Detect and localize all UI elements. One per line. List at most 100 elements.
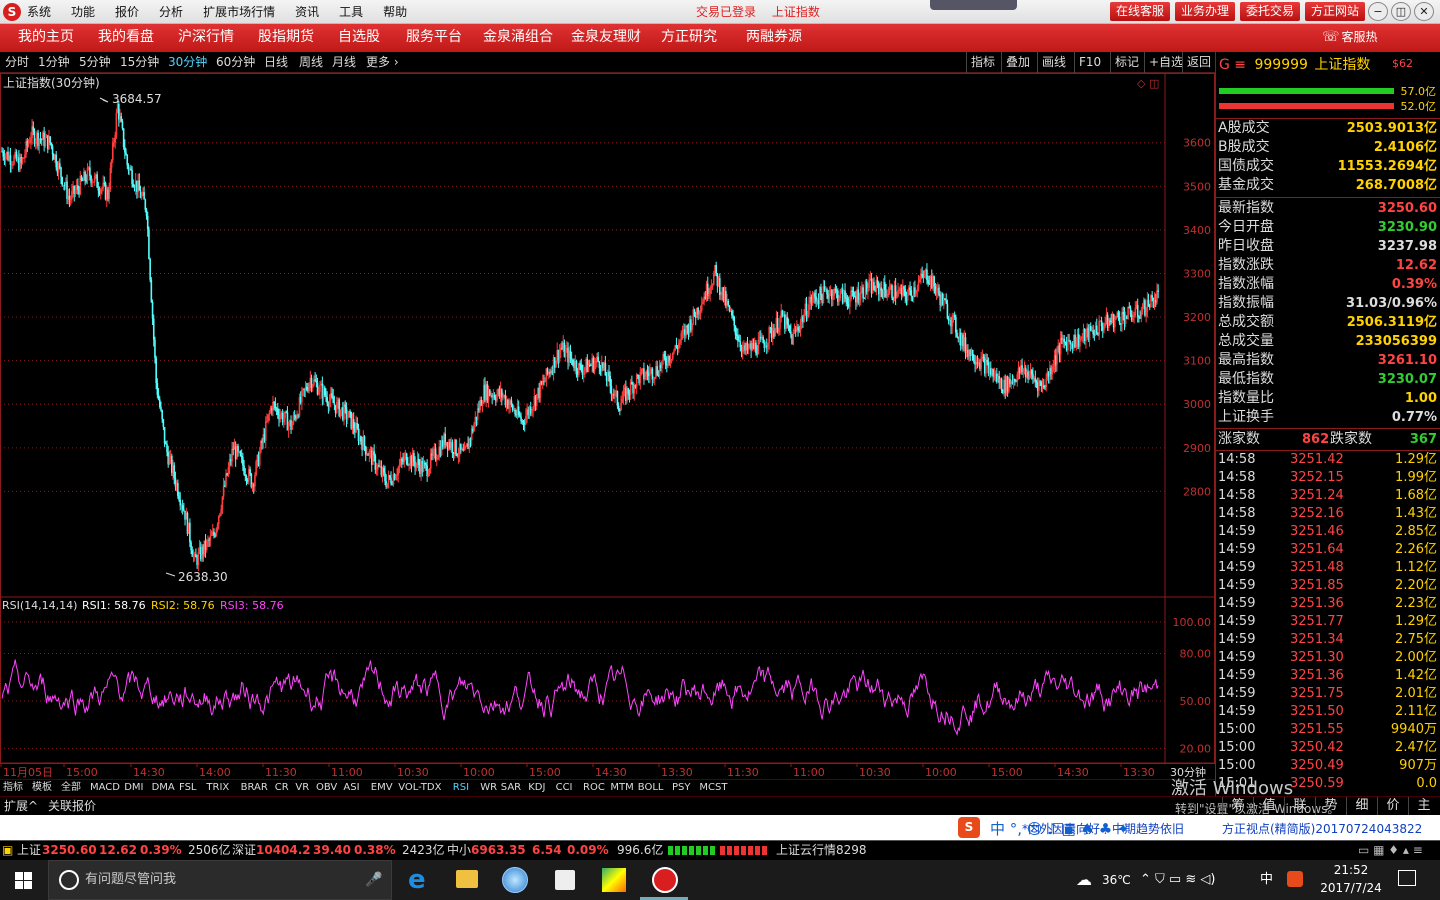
indicator-tab[interactable]: VOL-TDX	[398, 780, 441, 796]
nav-finance[interactable]: 金泉友理财	[571, 24, 641, 51]
sogou-tray-icon[interactable]	[1287, 871, 1303, 887]
website-button[interactable]: 方正网站	[1305, 2, 1366, 21]
indicator-tab[interactable]: 指标	[3, 780, 23, 796]
side-tab[interactable]: 势	[1315, 797, 1346, 815]
tool-mark[interactable]: 标记	[1110, 52, 1139, 73]
side-tab[interactable]: 值	[1253, 797, 1284, 815]
side-tab[interactable]: 筹	[1222, 797, 1253, 815]
indicator-tab[interactable]: BRAR	[241, 780, 268, 796]
ie-icon[interactable]	[502, 867, 528, 893]
nav-margin[interactable]: 两融券源	[746, 24, 802, 51]
online-service-button[interactable]: 在线客服	[1110, 2, 1171, 21]
indicator-tab[interactable]: MACD	[90, 780, 120, 796]
indicator-tab[interactable]: OBV	[316, 780, 337, 796]
tool-add-watch[interactable]: +自选	[1144, 52, 1183, 73]
trade-button[interactable]: 委托交易	[1240, 2, 1301, 21]
app-logo-icon[interactable]: S	[3, 3, 21, 21]
chart-area[interactable]: 3600 3500 3400 3300 3200 3100 3000 2900 2800 100.…	[0, 73, 1215, 796]
start-icon[interactable]	[15, 872, 32, 889]
period-tab[interactable]: 60分钟	[216, 52, 255, 73]
tool-overlay[interactable]: 叠加	[1001, 52, 1030, 73]
ime-logo-icon[interactable]: S	[958, 817, 980, 838]
nav-futures[interactable]: 股指期货	[258, 24, 314, 51]
menu-item[interactable]: 功能	[71, 0, 95, 24]
clock-date[interactable]: 2017/7/24	[1316, 881, 1386, 895]
period-tab[interactable]: 日线	[264, 52, 288, 73]
period-tab[interactable]: 周线	[299, 52, 323, 73]
founder-app-icon[interactable]	[652, 867, 678, 893]
indicator-tab[interactable]: RSI	[453, 780, 469, 796]
indicator-tab[interactable]: MCST	[699, 780, 727, 796]
edge-icon[interactable]: e	[408, 864, 426, 896]
period-more[interactable]: 更多 ›	[366, 52, 399, 73]
business-button[interactable]: 业务办理	[1175, 2, 1236, 21]
restore-icon[interactable]: ◫	[1391, 2, 1411, 21]
indicator-tab[interactable]: DMI	[124, 780, 143, 796]
side-tab[interactable]: 价	[1377, 797, 1408, 815]
indicator-tab[interactable]: DMA	[152, 780, 175, 796]
microphone-icon[interactable]: 🎤	[365, 861, 382, 899]
indicator-tab[interactable]: TRIX	[206, 780, 229, 796]
related-quotes-button[interactable]: 关联报价	[48, 797, 96, 815]
menu-item[interactable]: 资讯	[295, 0, 319, 24]
trade-login-status[interactable]: 交易已登录	[696, 5, 756, 19]
indicator-tab[interactable]: 全部	[61, 780, 81, 796]
tool-back[interactable]: 返回	[1182, 52, 1211, 73]
side-tab[interactable]: 细	[1346, 797, 1377, 815]
tool-indicator[interactable]: 指标	[966, 52, 995, 73]
period-tab[interactable]: 月线	[332, 52, 356, 73]
period-tab[interactable]: 分时	[5, 52, 29, 73]
indicator-tab[interactable]: ROC	[583, 780, 605, 796]
app-icon[interactable]	[602, 868, 626, 892]
indicator-tab[interactable]: PSY	[672, 780, 691, 796]
period-tab[interactable]: 15分钟	[120, 52, 159, 73]
menu-item[interactable]: 帮助	[383, 0, 407, 24]
notification-icon[interactable]	[1398, 870, 1416, 886]
indicator-tab[interactable]: ASI	[343, 780, 359, 796]
ime-indicator[interactable]: 中	[1260, 860, 1273, 900]
nav-research[interactable]: 方正研究	[661, 24, 717, 51]
chart-settings-icon[interactable]: ◇ ◫	[1137, 77, 1159, 90]
tool-draw[interactable]: 画线	[1037, 52, 1066, 73]
tool-f10[interactable]: F10	[1074, 52, 1101, 73]
menu-item[interactable]: 扩展市场行情	[203, 0, 275, 24]
clock-time[interactable]: 21:52	[1316, 863, 1386, 877]
indicator-tab[interactable]: SAR	[501, 780, 521, 796]
nav-home[interactable]: 我的主页	[18, 24, 74, 51]
indicator-tab[interactable]: EMV	[371, 780, 393, 796]
period-tab[interactable]: 1分钟	[38, 52, 70, 73]
news-item[interactable]: 方正视点(精简版)20170724043822	[1222, 820, 1422, 837]
indicator-tab[interactable]: CR	[275, 780, 289, 796]
menu-item[interactable]: 系统	[27, 0, 51, 24]
minimize-icon[interactable]: −	[1368, 2, 1388, 21]
indicator-tab[interactable]: 模板	[32, 780, 52, 796]
indicator-tab[interactable]: KDJ	[528, 780, 545, 796]
menu-item[interactable]: 报价	[115, 0, 139, 24]
side-tab[interactable]: 主	[1408, 797, 1439, 815]
nav-service[interactable]: 服务平台	[406, 24, 462, 51]
mini-window-tab[interactable]	[930, 0, 1017, 10]
close-icon[interactable]: ✕	[1414, 2, 1434, 21]
tray-icons[interactable]: ⌃ ⛉ ▭ ≋ ◁)	[1140, 860, 1215, 900]
nav-market[interactable]: 沪深行情	[178, 24, 234, 51]
chart-svg[interactable]: 3600 3500 3400 3300 3200 3100 3000 2900 2800 100.…	[0, 73, 1215, 796]
cloud-quotes[interactable]: 上证云行情8298	[776, 841, 867, 860]
menu-item[interactable]: 分析	[159, 0, 183, 24]
indicator-tab[interactable]: MTM	[610, 780, 633, 796]
weather-icon[interactable]: ☁	[1076, 860, 1092, 900]
ime-toolbar-icon[interactable]: 中 °, ☺ ♪ ▣ ♠ ♣ ✦	[990, 818, 1130, 839]
indicator-tab[interactable]: FSL	[179, 780, 197, 796]
indicator-tab[interactable]: BOLL	[638, 780, 664, 796]
weather-temp[interactable]: 36℃	[1102, 860, 1131, 900]
expand-button[interactable]: 扩展^	[4, 797, 38, 815]
menu-item[interactable]: 工具	[339, 0, 363, 24]
search-box[interactable]: 有问题尽管问我 🎤	[48, 860, 392, 900]
file-explorer-icon[interactable]	[456, 870, 478, 888]
indicator-tab[interactable]: VR	[295, 780, 309, 796]
nav-watchlist[interactable]: 自选股	[338, 24, 380, 51]
period-tab[interactable]: 5分钟	[79, 52, 111, 73]
status-tray-icons[interactable]: ▭ ▦ ♦ ▴ ≡	[1358, 841, 1423, 860]
store-icon[interactable]	[555, 870, 575, 890]
side-tab[interactable]: 联	[1284, 797, 1315, 815]
nav-portfolio[interactable]: 金泉涌组合	[483, 24, 553, 51]
